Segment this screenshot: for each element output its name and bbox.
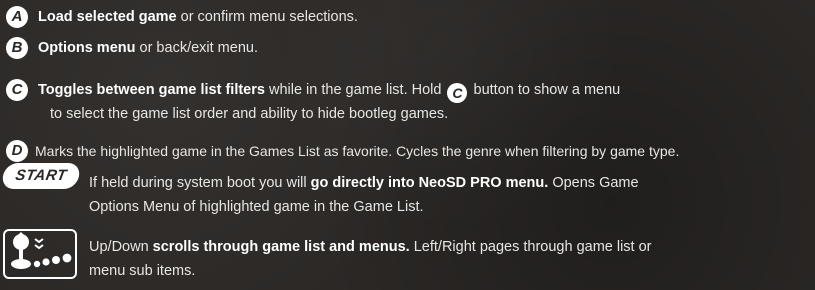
controls-reference: A Load selected game or confirm menu sel… (0, 0, 815, 290)
joystick-icon (11, 232, 72, 269)
c-button-inline-icon: C (447, 83, 468, 103)
d-button-icon: D (6, 140, 28, 162)
a-button-action: Load selected game (38, 9, 177, 25)
joystick-buttons-icon (3, 229, 77, 279)
joystick-detail-end: Left/Right pages through game list or (409, 239, 652, 255)
b-button-detail: or back/exit menu. (135, 40, 258, 56)
b-button-icon: B (6, 37, 28, 59)
c-button-description-line2: to select the game list order and abilit… (50, 106, 449, 122)
a-button-icon: A (6, 6, 28, 28)
start-button-detail: If held during system boot you will (89, 175, 311, 191)
start-button-detail-end: Opens Game (548, 175, 639, 191)
a-button-description: Load selected game or confirm menu selec… (38, 6, 815, 28)
joystick-action: scrolls through game list and menus. (152, 239, 410, 255)
b-button-action: Options menu (38, 40, 136, 56)
c-button-action: Toggles between game list filters (38, 82, 265, 98)
a-button-detail: or confirm menu selections. (176, 9, 358, 25)
c-button-description: Toggles between game list filters while … (38, 79, 815, 103)
joystick-detail: Up/Down (89, 239, 153, 255)
joystick-description-line2: menu sub items. (89, 263, 196, 279)
d-button-description: Marks the highlighted game in the Games … (35, 143, 680, 159)
c-button-detail-end: button to show a menu (469, 82, 621, 98)
start-button-description-line2: Options Menu of highlighted game in the … (89, 199, 424, 215)
start-button-icon: START (0, 163, 82, 189)
c-button-icon: C (6, 79, 28, 101)
c-button-detail: while in the game list. Hold (264, 82, 446, 98)
start-button-description: If held during system boot you will go d… (89, 172, 815, 194)
joystick-description: Up/Down scrolls through game list and me… (89, 236, 815, 258)
start-button-action: go directly into NeoSD PRO menu. (310, 175, 549, 191)
b-button-description: Options menu or back/exit menu. (38, 37, 815, 59)
